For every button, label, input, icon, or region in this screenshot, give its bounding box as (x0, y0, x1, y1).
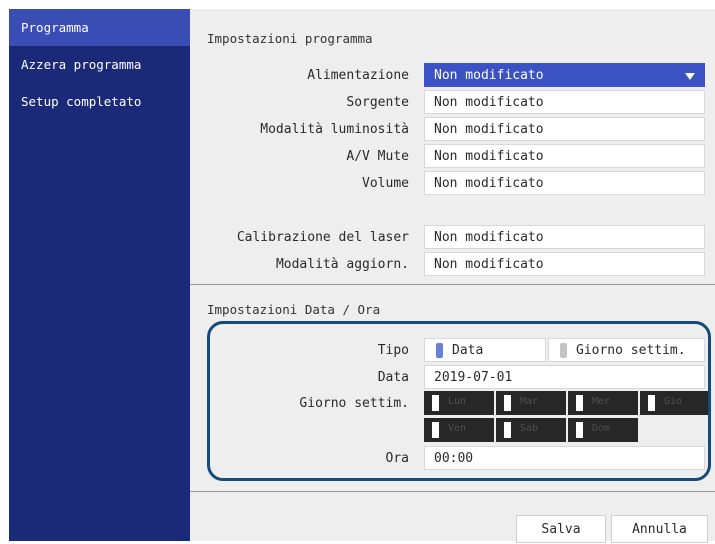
settings-panel: Impostazioni programma Alimentazione Non… (190, 9, 715, 543)
setting-label: Modalità aggiorn. (275, 257, 409, 272)
sidebar-item-setup-completato[interactable]: Setup completato (9, 83, 190, 120)
checkbox-indicator-icon (576, 395, 583, 411)
volume-field[interactable]: Non modificato (424, 171, 705, 195)
weekday-checkbox-sab[interactable]: Sab (496, 418, 566, 442)
weekday-label: Mer (592, 396, 611, 407)
setting-label: Ora (385, 451, 409, 466)
sorgente-field[interactable]: Non modificato (424, 90, 705, 114)
setting-row-tipo: Tipo Data Giorno settim. (190, 338, 715, 363)
setting-row-data: Data 2019-07-01 (190, 365, 715, 390)
tipo-option-data[interactable]: Data (424, 338, 546, 362)
datetime-settings-title: Impostazioni Data / Ora (207, 302, 381, 317)
selected-indicator-icon (436, 343, 443, 358)
setting-row-volume: Volume Non modificato (190, 171, 715, 196)
weekday-checkbox-dom[interactable]: Dom (568, 418, 638, 442)
weekday-checkbox-gio[interactable]: Gio (640, 391, 710, 415)
setting-label: Giorno settim. (299, 396, 409, 411)
modalita-aggiorn-field[interactable]: Non modificato (424, 252, 705, 276)
tipo-option-giorno-settim[interactable]: Giorno settim. (548, 338, 705, 362)
setting-label: Alimentazione (307, 68, 409, 83)
setting-label: Data (377, 370, 409, 385)
setting-label: Sorgente (346, 95, 409, 110)
tipo-option-label: Data (452, 343, 484, 358)
weekday-label: Ven (448, 423, 467, 434)
tipo-option-label: Giorno settim. (576, 343, 686, 358)
weekday-label: Sab (520, 423, 539, 434)
date-field[interactable]: 2019-07-01 (424, 365, 705, 389)
section-divider (190, 284, 715, 285)
calibrazione-laser-field[interactable]: Non modificato (424, 225, 705, 249)
setting-label: Volume (362, 176, 409, 191)
section-divider (190, 491, 715, 492)
checkbox-indicator-icon (648, 395, 655, 411)
cancel-button[interactable]: Annulla (611, 515, 708, 543)
checkbox-indicator-icon (432, 422, 439, 438)
program-settings-title: Impostazioni programma (207, 31, 373, 46)
weekday-grid: Lun Mar Mer Gio Ven Sab Dom (424, 391, 710, 443)
chevron-down-icon (685, 73, 695, 80)
alimentazione-dropdown[interactable]: Non modificato (424, 63, 705, 87)
sidebar-item-programma[interactable]: Programma (9, 9, 190, 46)
weekday-checkbox-ven[interactable]: Ven (424, 418, 494, 442)
sidebar-item-azzera-programma[interactable]: Azzera programma (9, 46, 190, 83)
setting-row-sorgente: Sorgente Non modificato (190, 90, 715, 115)
setting-row-ora: Ora 00:00 (190, 446, 715, 471)
setting-label: Tipo (377, 343, 409, 358)
setting-row-modalita-aggiorn: Modalità aggiorn. Non modificato (190, 252, 715, 277)
checkbox-indicator-icon (504, 395, 511, 411)
weekday-checkbox-lun[interactable]: Lun (424, 391, 494, 415)
setting-row-calibrazione-laser: Calibrazione del laser Non modificato (190, 225, 715, 250)
setting-label: Modalità luminosità (260, 122, 409, 137)
weekday-checkbox-mar[interactable]: Mar (496, 391, 566, 415)
save-button[interactable]: Salva (516, 515, 606, 543)
av-mute-field[interactable]: Non modificato (424, 144, 705, 168)
setting-row-alimentazione: Alimentazione Non modificato (190, 63, 715, 88)
setting-label: Calibrazione del laser (236, 230, 409, 245)
time-field[interactable]: 00:00 (424, 446, 705, 470)
setting-row-av-mute: A/V Mute Non modificato (190, 144, 715, 169)
sidebar: Programma Azzera programma Setup complet… (9, 9, 190, 541)
setting-label: A/V Mute (346, 149, 409, 164)
unselected-indicator-icon (560, 343, 567, 358)
weekday-label: Dom (592, 423, 611, 434)
checkbox-indicator-icon (432, 395, 439, 411)
setting-row-modalita-luminosita: Modalità luminosità Non modificato (190, 117, 715, 142)
setting-value: Non modificato (434, 68, 544, 83)
weekday-label: Gio (664, 396, 683, 407)
weekday-checkbox-mer[interactable]: Mer (568, 391, 638, 415)
modalita-luminosita-field[interactable]: Non modificato (424, 117, 705, 141)
weekday-label: Lun (448, 396, 467, 407)
checkbox-indicator-icon (504, 422, 511, 438)
weekday-label: Mar (520, 396, 539, 407)
checkbox-indicator-icon (576, 422, 583, 438)
